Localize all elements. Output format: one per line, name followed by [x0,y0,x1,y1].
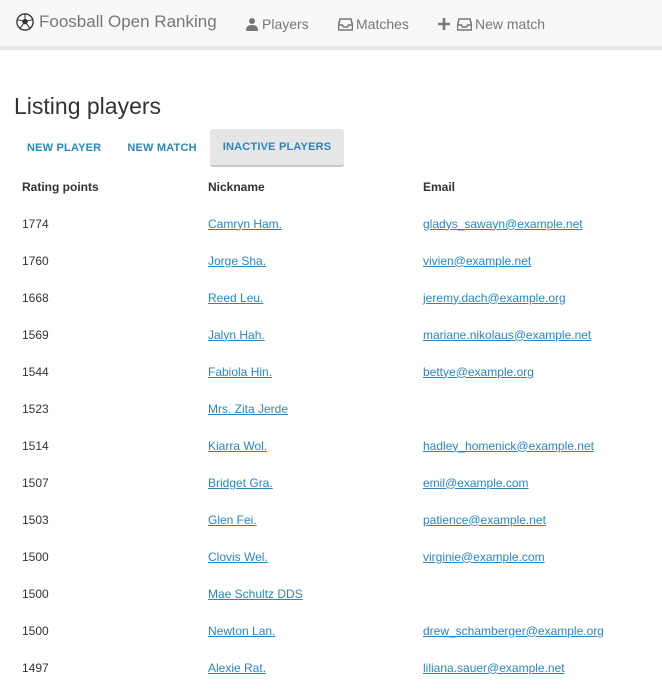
table-row: 1668 Reed Leu. jeremy.dach@example.org [0,279,662,316]
action-buttons: New player New match Inactive players [14,129,345,167]
rating-cell: 1523 [22,401,49,416]
nickname-link[interactable]: Jalyn Hah. [208,328,265,342]
table-row: 1497 Alexie Rat. liliana.sauer@example.n… [0,649,662,686]
rating-cell: 1544 [22,364,49,379]
email-link[interactable]: virginie@example.com [423,550,545,564]
table-row: 1507 Bridget Gra. emil@example.com [0,464,662,501]
rating-cell: 1668 [22,290,49,305]
table-row: 1500 Newton Lan. drew_schamberger@exampl… [0,612,662,649]
nav-new-match-label: New match [475,16,546,32]
header-email: Email [423,179,456,194]
inbox-icon [457,18,472,31]
rating-cell: 1514 [22,438,49,453]
nickname-link[interactable]: Clovis Wel. [208,550,268,564]
rating-cell: 1500 [22,586,49,601]
nav-matches[interactable]: Matches [338,16,409,32]
email-link[interactable]: drew_schamberger@example.org [423,624,604,638]
table-row: 1523 Mrs. Zita Jerde [0,390,662,427]
new-match-button[interactable]: New match [114,129,209,167]
new-player-button[interactable]: New player [14,129,114,167]
table-row: 1760 Jorge Sha. vivien@example.net [0,242,662,279]
rating-cell: 1774 [22,216,49,231]
email-link[interactable]: patience@example.net [423,513,546,527]
rating-cell: 1500 [22,623,49,638]
email-link[interactable]: vivien@example.net [423,254,531,268]
nav-new-match[interactable]: New match [437,16,545,32]
nav-players-label: Players [262,16,309,32]
nickname-link[interactable]: Reed Leu. [208,291,263,305]
nav-players[interactable]: Players [245,16,309,32]
table-row: 1544 Fabiola Hin. bettye@example.org [0,353,662,390]
nickname-link[interactable]: Alexie Rat. [208,661,266,675]
table-row: 1514 Kiarra Wol. hadley_homenick@example… [0,427,662,464]
email-link[interactable]: emil@example.com [423,476,529,490]
table-row: 1503 Glen Fei. patience@example.net [0,501,662,538]
email-link[interactable]: liliana.sauer@example.net [423,661,565,675]
brand-title: Foosball Open Ranking [39,12,217,31]
rating-cell: 1503 [22,512,49,527]
table-row: 1774 Camryn Ham. gladys_sawayn@example.n… [0,205,662,242]
nickname-link[interactable]: Mae Schultz DDS [208,587,303,601]
nickname-link[interactable]: Newton Lan. [208,624,275,638]
inactive-players-button[interactable]: Inactive players [209,129,345,167]
nav-matches-label: Matches [356,16,409,32]
soccer-ball-icon [16,13,34,31]
header-nickname: Nickname [208,179,265,194]
nickname-link[interactable]: Camryn Ham. [208,217,282,231]
brand-link[interactable]: Foosball Open Ranking [16,12,217,32]
email-link[interactable]: jeremy.dach@example.org [423,291,566,305]
email-link[interactable]: bettye@example.org [423,365,534,379]
inbox-icon [338,18,353,31]
header-rating: Rating points [22,179,99,194]
email-link[interactable]: hadley_homenick@example.net [423,439,594,453]
nickname-link[interactable]: Glen Fei. [208,513,257,527]
user-icon [246,18,258,31]
table-row: 1500 Mae Schultz DDS [0,575,662,612]
rating-cell: 1497 [22,660,49,675]
table-row: 1500 Clovis Wel. virginie@example.com [0,538,662,575]
rating-cell: 1500 [22,549,49,564]
plus-icon [438,18,450,30]
rating-cell: 1507 [22,475,49,490]
rating-cell: 1760 [22,253,49,268]
table-row: 1569 Jalyn Hah. mariane.nikolaus@example… [0,316,662,353]
email-link[interactable]: gladys_sawayn@example.net [423,217,583,231]
nickname-link[interactable]: Jorge Sha. [208,254,266,268]
nickname-link[interactable]: Fabiola Hin. [208,365,272,379]
nickname-link[interactable]: Mrs. Zita Jerde [208,402,288,416]
email-link[interactable]: mariane.nikolaus@example.net [423,328,591,342]
page-title: Listing players [14,93,162,119]
nickname-link[interactable]: Kiarra Wol. [208,439,267,453]
navbar: Foosball Open Ranking Players Matches Ne… [0,0,662,50]
table-header-row: Rating points Nickname Email [0,168,662,205]
rating-cell: 1569 [22,327,49,342]
nickname-link[interactable]: Bridget Gra. [208,476,273,490]
players-table: Rating points Nickname Email 1774 Camryn… [0,168,662,686]
